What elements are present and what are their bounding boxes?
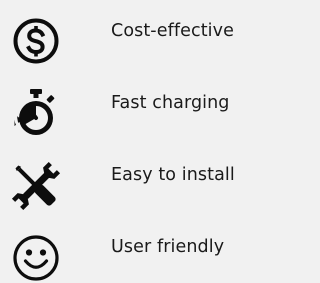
feature-label: Cost-effective [111,21,234,41]
feature-label: Easy to install [111,165,235,185]
feature-item-user-friendly: User friendly [0,225,264,283]
dollar-circle-icon [8,14,64,70]
feature-item-cost-effective: Cost-effective [0,9,264,69]
wrench-screwdriver-icon [8,158,64,214]
feature-label: User friendly [111,237,225,257]
smiley-face-icon [8,230,64,283]
feature-item-easy-to-install: Easy to install [0,153,264,213]
feature-label: Fast charging [111,93,230,113]
feature-item-fast-charging: Fast charging [0,81,264,141]
stopwatch-icon [8,86,64,142]
feature-list: Cost-effective Fast charging Easy to ins… [0,0,264,283]
